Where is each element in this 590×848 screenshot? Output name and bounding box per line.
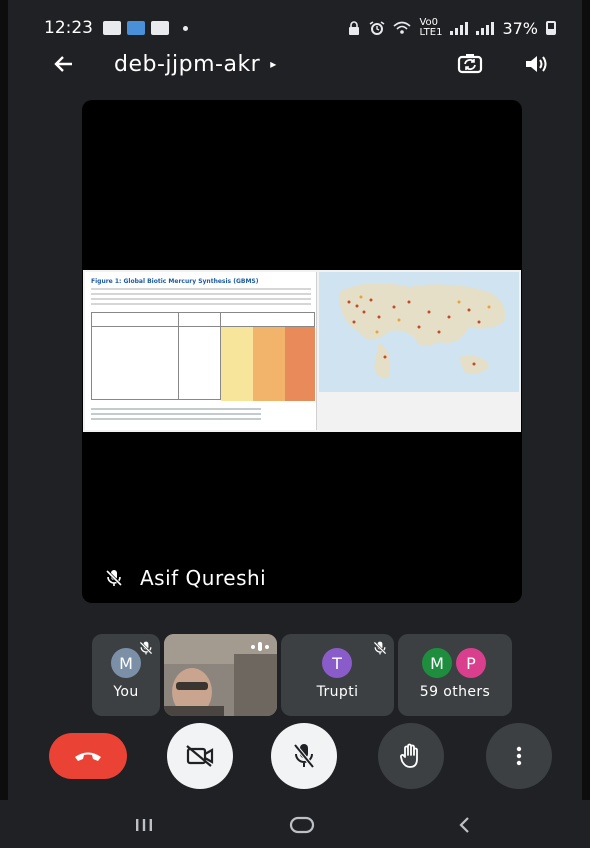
system-back-button[interactable] [444,812,484,838]
meeting-header: deb-jjpm-akr ▸ [44,44,554,84]
message-notification-icon [151,21,169,35]
world-map-graphic [339,283,505,379]
switch-camera-icon [457,54,483,74]
system-status-icons: Vo0 LTE1 37% [347,18,556,38]
speaker-icon [526,56,547,72]
arrow-back-icon [54,56,72,72]
battery-percent: 37% [502,18,538,38]
slide-title: Figure 1: Global Biotic Mercury Synthesi… [91,278,259,285]
home-button[interactable] [282,812,322,838]
system-navigation-bar [0,800,590,848]
home-icon [289,816,315,834]
recents-icon [136,819,152,831]
notification-icons [103,21,188,35]
mic-off-icon [293,743,315,769]
camera-toggle-button[interactable] [167,723,233,789]
phone-screen: 12:23 Vo0 LTE1 37% deb-jjpm-akr ▸ Figure… [0,0,590,848]
participant-name: 59 others [419,684,491,700]
participant-tile-trupti[interactable]: T Trupti [281,634,394,716]
presentation-tile[interactable]: Figure 1: Global Biotic Mercury Synthesi… [82,100,522,603]
meeting-details-caret-icon[interactable]: ▸ [270,57,276,71]
status-time: 12:23 [44,18,93,38]
wifi-icon [393,21,411,34]
slide-table-column-moderate [253,327,285,401]
mic-off-icon [373,641,387,655]
avatar: T [322,648,352,678]
avatar: M [422,648,452,678]
slide-table-divider [178,313,179,399]
status-bar: 12:23 Vo0 LTE1 37% [44,14,556,42]
slide-table-column-lower [221,327,253,401]
more-notifications-dot-icon [183,25,188,31]
avatar: M [111,648,141,678]
screen-edge-left [0,0,8,848]
header-actions [452,46,554,82]
presenter-name: Asif Qureshi [140,566,267,590]
more-vert-icon [516,746,522,766]
back-button[interactable] [44,44,84,84]
app-notification-icon [127,21,145,35]
signal-strength-2-icon [476,21,495,35]
network-type: Vo0 LTE1 [419,18,442,38]
meeting-code[interactable]: deb-jjpm-akr [114,52,260,77]
slide-table-header [92,313,314,327]
chevron-left-icon [459,817,469,833]
world-map-image [319,272,519,392]
recent-apps-button[interactable] [124,812,164,838]
camera-off-icon [186,745,214,767]
participant-name: You [113,684,139,700]
battery-icon [546,21,556,35]
gallery-notification-icon [103,21,121,35]
network-lte-label: LTE1 [419,27,443,38]
slide-table-column-higher [285,327,315,401]
participant-name: Trupti [316,684,359,700]
slide-url [91,408,261,420]
hand-icon [400,743,418,768]
presenter-label: Asif Qureshi [104,566,266,590]
participant-tile-you[interactable]: M You [92,634,160,716]
screen-edge-right [582,0,590,848]
end-call-button[interactable] [49,733,127,779]
alarm-icon [370,21,385,35]
slide-description [91,288,311,308]
participant-tile-others[interactable]: M P 59 others [398,634,512,716]
lock-icon [349,21,360,35]
mic-off-icon [139,641,153,655]
mic-off-icon [105,569,123,587]
avatar: P [456,648,486,678]
switch-camera-button[interactable] [452,46,488,82]
shared-screen-content: Figure 1: Global Biotic Mercury Synthesi… [83,270,521,432]
hang-up-icon [75,752,101,761]
signal-strength-icon [450,21,469,35]
audio-output-button[interactable] [518,46,554,82]
more-options-button[interactable] [486,723,552,789]
shared-slide: Figure 1: Global Biotic Mercury Synthesi… [85,272,317,430]
speaking-indicator-icon [251,642,269,651]
slide-table [91,312,315,401]
raise-hand-button[interactable] [378,723,444,789]
microphone-toggle-button[interactable] [271,723,337,789]
participant-tile-video[interactable] [164,634,277,716]
